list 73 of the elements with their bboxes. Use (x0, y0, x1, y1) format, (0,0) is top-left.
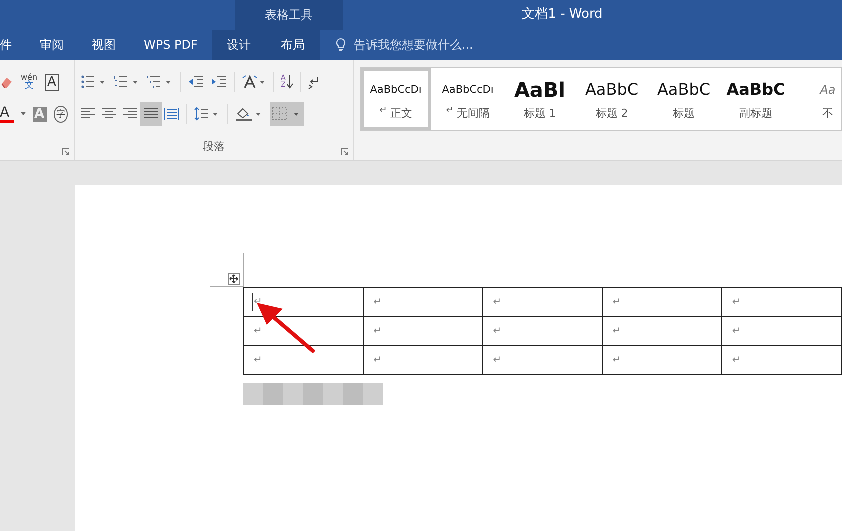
align-button[interactable] (140, 102, 162, 126)
ribbon-tab[interactable]: 设计 (212, 30, 266, 60)
bullet-list-icon[interactable] (81, 75, 107, 89)
style-item[interactable]: AaBbCcDı ↵ 无间隔 (433, 68, 503, 130)
style-name: 副标题 (740, 106, 772, 120)
style-name: 标题 1 (524, 106, 556, 120)
style-preview: AaBbC (585, 78, 639, 100)
numbered-list-icon[interactable] (114, 75, 140, 89)
style-item[interactable]: AaBbC 标题 2 (577, 68, 647, 130)
alignment-lines-icon (80, 107, 96, 121)
text-direction-icon[interactable] (242, 75, 266, 89)
table-cell[interactable]: ↵ (482, 346, 602, 374)
increase-indent-icon[interactable] (211, 75, 227, 89)
table-cell[interactable]: ↵ (722, 316, 842, 346)
table-cell[interactable]: ↵ (482, 316, 602, 346)
style-preview: AaBbCcDı (370, 82, 422, 98)
style-preview: AaBbCcDı (442, 82, 494, 98)
dialog-launcher-icon[interactable] (62, 148, 70, 156)
line-spacing-icon[interactable] (194, 107, 220, 121)
group-label: 段落 (203, 138, 225, 154)
table-cell[interactable]: ↵ (363, 316, 483, 346)
table-cell[interactable]: ↵ (363, 346, 483, 374)
style-preview: Aa (820, 82, 836, 98)
ribbon-tab[interactable]: WPS PDF (130, 30, 212, 60)
dialog-launcher-icon[interactable] (341, 148, 349, 156)
table-cell[interactable]: ↵ (244, 346, 364, 374)
character-border-button[interactable]: A (44, 74, 60, 90)
paragraph-mark-icon[interactable] (308, 75, 320, 89)
style-name: 无间隔 (456, 106, 490, 120)
font-color-button[interactable]: A (0, 106, 14, 122)
style-name: 标题 2 (596, 106, 628, 120)
style-preview: AaBl (514, 78, 566, 102)
phonetic-guide-button[interactable]: wén 文 (21, 73, 38, 91)
table-cell[interactable]: ↵ (602, 288, 722, 316)
ribbon-tab[interactable]: 视图 (78, 30, 130, 60)
style-name: 不 (822, 106, 834, 120)
style-item[interactable]: AaBl 标题 1 (505, 68, 575, 130)
ribbon-tab[interactable]: 布局 (266, 30, 320, 60)
paint-bucket-icon[interactable] (235, 106, 263, 122)
table-cell[interactable]: ↵ (602, 346, 722, 374)
alignment-lines-icon (164, 107, 180, 121)
dropdown-caret-icon[interactable] (20, 112, 26, 116)
style-name: 正文 (390, 106, 412, 120)
style-item[interactable]: AaBbC 副标题 (721, 68, 791, 130)
table-cell[interactable]: ↵ (722, 288, 842, 316)
context-tab-group-label: 表格工具 (235, 0, 343, 30)
paragraph-mark: ↵ (380, 106, 388, 118)
ribbon-tab[interactable]: 件 (0, 30, 26, 60)
table-cell[interactable]: ↵ (602, 316, 722, 346)
window-title: 文档1 - Word (521, 6, 604, 24)
enclose-character-button[interactable]: 字 (54, 106, 68, 122)
style-item[interactable]: Aa 不 (793, 68, 841, 130)
table-cell[interactable]: ↵ (244, 288, 364, 316)
style-preview: AaBbC (726, 78, 786, 100)
table-cell[interactable]: ↵ (363, 288, 483, 316)
paragraph-mark: ↵ (446, 106, 454, 118)
borders-grid-icon (272, 107, 302, 121)
table-move-handle-icon[interactable] (228, 273, 240, 285)
lightbulb-icon (336, 38, 346, 52)
decrease-indent-icon[interactable] (188, 75, 204, 89)
ribbon-tab[interactable]: 审阅 (26, 30, 78, 60)
style-item[interactable]: AaBbCcDı ↵ 正文 (361, 68, 431, 130)
eraser-icon[interactable] (0, 75, 14, 89)
alignment-lines-icon (122, 107, 138, 121)
alignment-lines-icon (101, 107, 117, 121)
tell-me-search-field[interactable]: 告诉我您想要做什么... (352, 37, 556, 53)
style-name: 标题 (673, 106, 695, 120)
style-item[interactable]: AaBbC 标题 (649, 68, 719, 130)
alignment-lines-icon (143, 107, 159, 121)
table-cell[interactable]: ↵ (722, 346, 842, 374)
style-preview: AaBbC (657, 78, 711, 100)
table-cell[interactable]: ↵ (482, 288, 602, 316)
multilevel-list-icon[interactable] (147, 75, 173, 89)
